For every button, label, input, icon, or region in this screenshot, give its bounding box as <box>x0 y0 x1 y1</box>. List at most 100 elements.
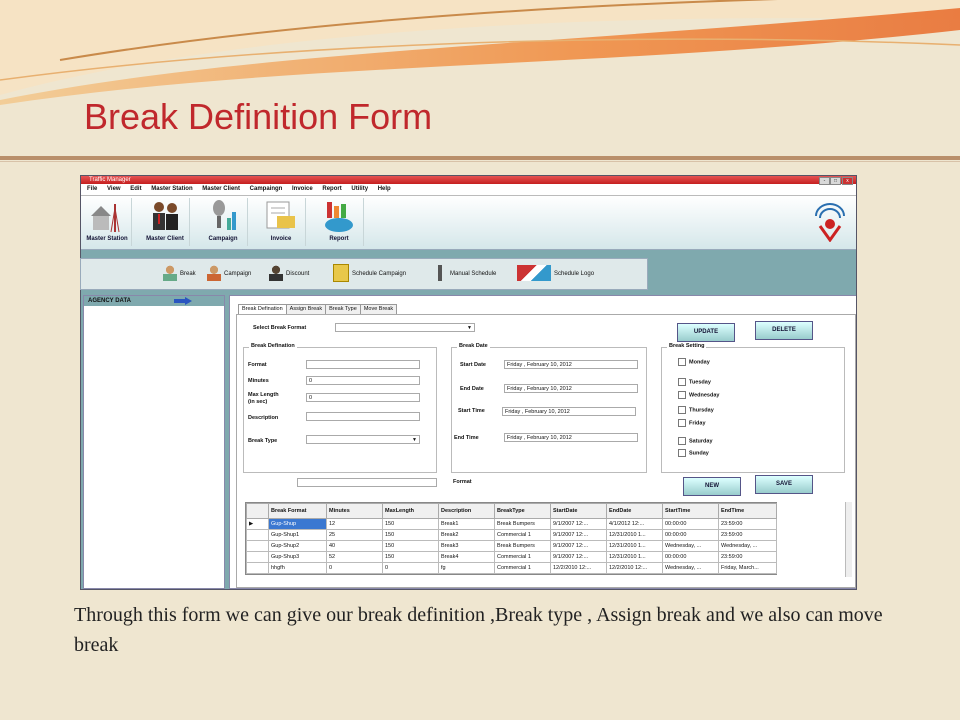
table-cell[interactable]: Wednesday, ... <box>662 562 719 574</box>
table-row[interactable]: Gup-Shup3 52 150 Break4 Commercial 1 9/1… <box>246 551 777 563</box>
table-cell[interactable]: 9/1/2007 12:... <box>550 551 607 563</box>
table-cell[interactable]: Break Bumpers <box>494 518 551 530</box>
table-cell[interactable]: Break Bumpers <box>494 540 551 552</box>
tab-move-break[interactable]: Move Break <box>359 304 398 314</box>
table-cell[interactable]: Break4 <box>438 551 495 563</box>
table-cell[interactable]: 12/31/2010 1... <box>606 551 663 563</box>
format-field[interactable] <box>306 360 420 369</box>
table-cell[interactable]: 23:59:00 <box>718 529 777 541</box>
save-button[interactable]: SAVE <box>755 475 813 494</box>
col-maxlength[interactable]: MaxLength <box>382 503 439 519</box>
col-starttime[interactable]: StartTime <box>662 503 719 519</box>
menu-campaign[interactable]: Campaingn <box>250 186 283 192</box>
table-cell[interactable]: 23:59:00 <box>718 551 777 563</box>
table-cell[interactable]: Wednesday, ... <box>662 540 719 552</box>
schedule-campaign-button[interactable]: Schedule Campaign <box>333 263 406 285</box>
table-cell[interactable]: Friday, March... <box>718 562 777 574</box>
col-breaktype[interactable]: BreakType <box>494 503 551 519</box>
table-cell[interactable]: Commercial 1 <box>494 562 551 574</box>
table-cell[interactable]: 52 <box>326 551 383 563</box>
arrow-right-icon[interactable] <box>174 297 192 305</box>
maximize-button[interactable]: □ <box>830 177 841 185</box>
menu-master-client[interactable]: Master Client <box>202 186 240 192</box>
table-cell[interactable]: 00:00:00 <box>662 529 719 541</box>
tab-break-definition[interactable]: Break Defination <box>238 304 287 314</box>
minutes-stepper[interactable]: 0 <box>306 376 420 385</box>
table-row[interactable]: Gup-Shup2 40 150 Break3 Break Bumpers 9/… <box>246 540 777 552</box>
manual-schedule-button[interactable]: Manual Schedule <box>433 263 496 285</box>
col-minutes[interactable]: Minutes <box>326 503 383 519</box>
table-cell[interactable]: hhgfh <box>268 562 327 574</box>
table-cell[interactable]: 9/1/2007 12:... <box>550 540 607 552</box>
update-button[interactable]: UPDATE <box>677 323 735 342</box>
end-time-picker[interactable]: Friday , February 10, 2012 <box>504 433 638 442</box>
table-cell[interactable]: 00:00:00 <box>662 551 719 563</box>
col-description[interactable]: Description <box>438 503 495 519</box>
menu-report[interactable]: Report <box>322 186 341 192</box>
table-cell[interactable]: fg <box>438 562 495 574</box>
select-break-format-dropdown[interactable]: ▼ <box>335 323 475 332</box>
table-cell[interactable]: 9/1/2007 12:... <box>550 518 607 530</box>
discount-button[interactable]: Discount <box>269 263 309 285</box>
table-cell[interactable]: 23:59:00 <box>718 518 777 530</box>
break-button[interactable]: Break <box>163 263 196 285</box>
break-type-dropdown[interactable]: ▼ <box>306 435 420 444</box>
grid-scrollbar[interactable] <box>845 502 852 577</box>
checkbox-sunday[interactable]: Sunday <box>678 449 709 457</box>
table-cell[interactable]: 9/1/2007 12:... <box>550 529 607 541</box>
table-cell[interactable]: 4/1/2012 12:... <box>606 518 663 530</box>
table-row[interactable]: Gup-Shup1 25 150 Break2 Commercial 1 9/1… <box>246 529 777 541</box>
table-cell[interactable]: 40 <box>326 540 383 552</box>
table-cell[interactable]: 12/31/2010 1... <box>606 529 663 541</box>
start-time-picker[interactable]: Friday , February 10, 2012 <box>502 407 636 416</box>
table-cell[interactable]: 150 <box>382 540 439 552</box>
table-cell[interactable]: Gup-Shup <box>268 518 327 530</box>
table-row[interactable]: ▶ Gup-Shup 12 150 Break1 Break Bumpers 9… <box>246 518 777 530</box>
checkbox-monday[interactable]: Monday <box>678 358 710 366</box>
menu-help[interactable]: Help <box>378 186 391 192</box>
checkbox-saturday[interactable]: Saturday <box>678 437 713 445</box>
end-date-picker[interactable]: Friday , February 10, 2012 <box>504 384 638 393</box>
table-cell[interactable]: 12 <box>326 518 383 530</box>
menu-file[interactable]: File <box>87 186 97 192</box>
table-cell[interactable]: 150 <box>382 529 439 541</box>
max-length-stepper[interactable]: 0 <box>306 393 420 402</box>
table-cell[interactable]: 150 <box>382 518 439 530</box>
table-cell[interactable]: 12/31/2010 1... <box>606 540 663 552</box>
table-cell[interactable]: 150 <box>382 551 439 563</box>
table-cell[interactable]: Wednesday, ... <box>718 540 777 552</box>
table-cell[interactable]: Gup-Shup3 <box>268 551 327 563</box>
master-station-button[interactable]: Master Station <box>83 198 132 246</box>
table-cell[interactable]: 25 <box>326 529 383 541</box>
tab-assign-break[interactable]: Assign Break <box>285 304 327 314</box>
col-break-format[interactable]: Break Format <box>268 503 327 519</box>
table-cell[interactable]: 0 <box>326 562 383 574</box>
col-enddate[interactable]: EndDate <box>606 503 663 519</box>
checkbox-friday[interactable]: Friday <box>678 419 706 427</box>
start-date-picker[interactable]: Friday , February 10, 2012 <box>504 360 638 369</box>
col-endtime[interactable]: EndTime <box>718 503 777 519</box>
close-button[interactable]: x <box>842 177 853 185</box>
table-cell[interactable]: 0 <box>382 562 439 574</box>
tab-break-type[interactable]: Break Type <box>325 304 361 314</box>
campaign-toolbar-button[interactable]: Campaign <box>207 263 251 285</box>
checkbox-tuesday[interactable]: Tuesday <box>678 378 711 386</box>
format-input[interactable] <box>297 478 437 487</box>
checkbox-thursday[interactable]: Thursday <box>678 406 714 414</box>
table-cell[interactable]: Break1 <box>438 518 495 530</box>
description-field[interactable] <box>306 412 420 421</box>
master-client-button[interactable]: Master Client <box>141 198 190 246</box>
table-row[interactable]: hhgfh 0 0 fg Commercial 1 12/2/2010 12:.… <box>246 562 777 574</box>
table-cell[interactable]: Commercial 1 <box>494 551 551 563</box>
menu-view[interactable]: View <box>107 186 121 192</box>
menu-edit[interactable]: Edit <box>130 186 141 192</box>
menu-invoice[interactable]: Invoice <box>292 186 313 192</box>
table-cell[interactable]: 12/2/2010 12:... <box>606 562 663 574</box>
table-cell[interactable]: 00:00:00 <box>662 518 719 530</box>
table-cell[interactable]: Gup-Shup1 <box>268 529 327 541</box>
new-button[interactable]: NEW <box>683 477 741 496</box>
col-startdate[interactable]: StartDate <box>550 503 607 519</box>
menu-master-station[interactable]: Master Station <box>151 186 192 192</box>
table-cell[interactable]: Break3 <box>438 540 495 552</box>
delete-button[interactable]: DELETE <box>755 321 813 340</box>
